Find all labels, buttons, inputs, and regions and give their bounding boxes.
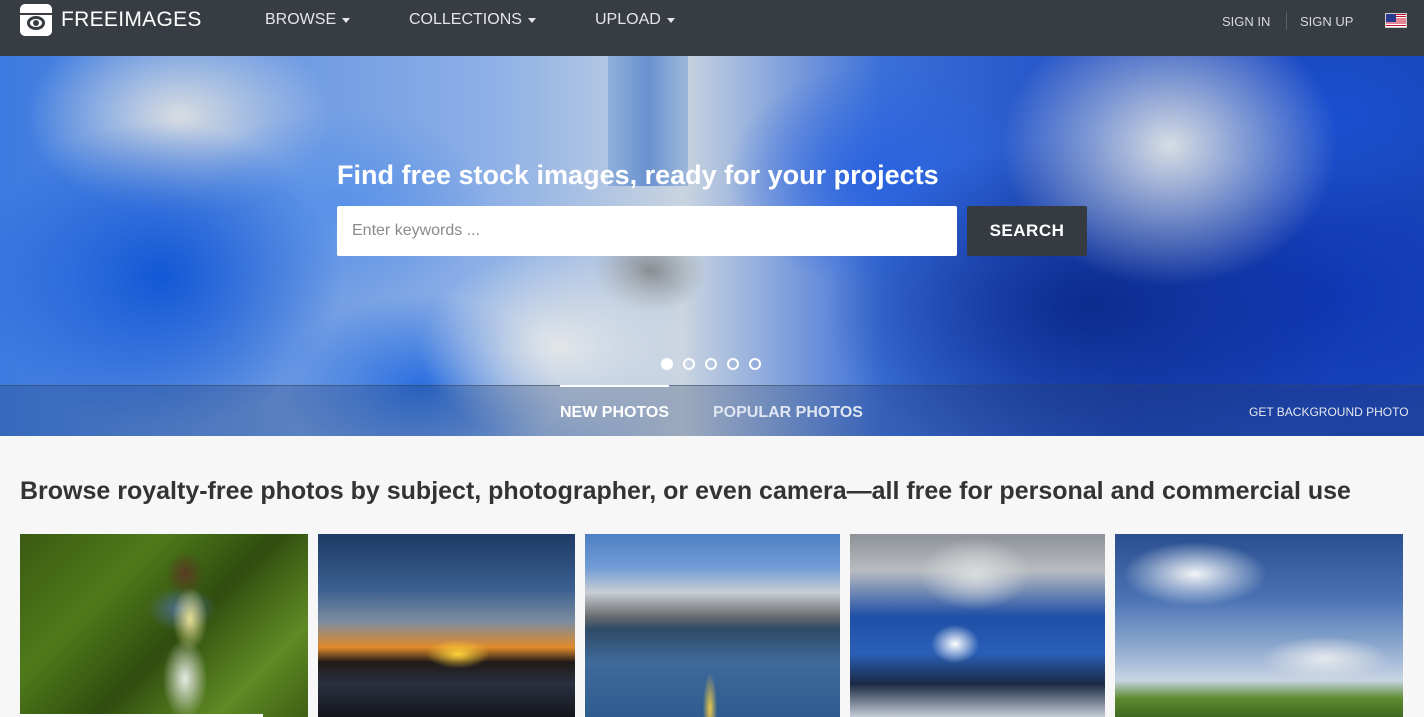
photo-thumbnail-child-on-grass[interactable] bbox=[20, 534, 308, 717]
logo-link[interactable]: FREEIMAGES bbox=[20, 4, 202, 36]
carousel-dot-1[interactable] bbox=[661, 358, 673, 370]
sign-in-link[interactable]: SIGN IN bbox=[1222, 14, 1270, 29]
tab-popular-photos[interactable]: POPULAR PHOTOS bbox=[713, 404, 863, 422]
photo-thumbnail-ice-sunburst[interactable] bbox=[850, 534, 1105, 717]
nav-divider bbox=[1286, 12, 1287, 30]
nav-browse-label: BROWSE bbox=[265, 11, 337, 28]
hero-title: Find free stock images, ready for your p… bbox=[337, 160, 939, 190]
top-navbar: FREEIMAGES BROWSE COLLECTIONS UPLOAD SIG… bbox=[0, 0, 1424, 56]
photo-thumbnail-cloudy-field[interactable] bbox=[1115, 534, 1403, 717]
active-tab-indicator bbox=[560, 385, 669, 387]
browse-headline: Browse royalty-free photos by subject, p… bbox=[20, 477, 1351, 505]
carousel-dot-5[interactable] bbox=[749, 358, 761, 370]
search-input[interactable] bbox=[337, 206, 957, 256]
caret-down-icon bbox=[666, 17, 675, 23]
tab-new-photos[interactable]: NEW PHOTOS bbox=[560, 404, 669, 422]
carousel-dot-2[interactable] bbox=[683, 358, 695, 370]
photo-tabs: NEW PHOTOS POPULAR PHOTOS GET BACKGROUND… bbox=[0, 385, 1424, 436]
camera-logo-icon bbox=[20, 4, 52, 36]
carousel-dot-3[interactable] bbox=[705, 358, 717, 370]
nav-browse-menu[interactable]: BROWSE bbox=[265, 11, 351, 29]
photo-thumbnail-mountain-kayak[interactable] bbox=[585, 534, 840, 717]
get-background-photo-link[interactable]: GET BACKGROUND PHOTO bbox=[1249, 405, 1409, 419]
nav-upload-menu[interactable]: UPLOAD bbox=[595, 11, 675, 29]
search-button[interactable]: SEARCH bbox=[967, 206, 1087, 256]
nav-collections-label: COLLECTIONS bbox=[409, 11, 522, 28]
carousel-dot-4[interactable] bbox=[727, 358, 739, 370]
nav-upload-label: UPLOAD bbox=[595, 11, 661, 28]
hero-banner: Find free stock images, ready for your p… bbox=[0, 56, 1424, 436]
nav-collections-menu[interactable]: COLLECTIONS bbox=[409, 11, 536, 29]
caret-down-icon bbox=[342, 17, 351, 23]
logo-text: FREEIMAGES bbox=[61, 8, 202, 31]
caret-down-icon bbox=[527, 17, 536, 23]
sign-up-link[interactable]: SIGN UP bbox=[1300, 14, 1353, 29]
carousel-dots bbox=[661, 358, 761, 370]
photo-thumbnail-lake-sunset[interactable] bbox=[318, 534, 575, 717]
us-flag-icon[interactable] bbox=[1385, 13, 1407, 28]
